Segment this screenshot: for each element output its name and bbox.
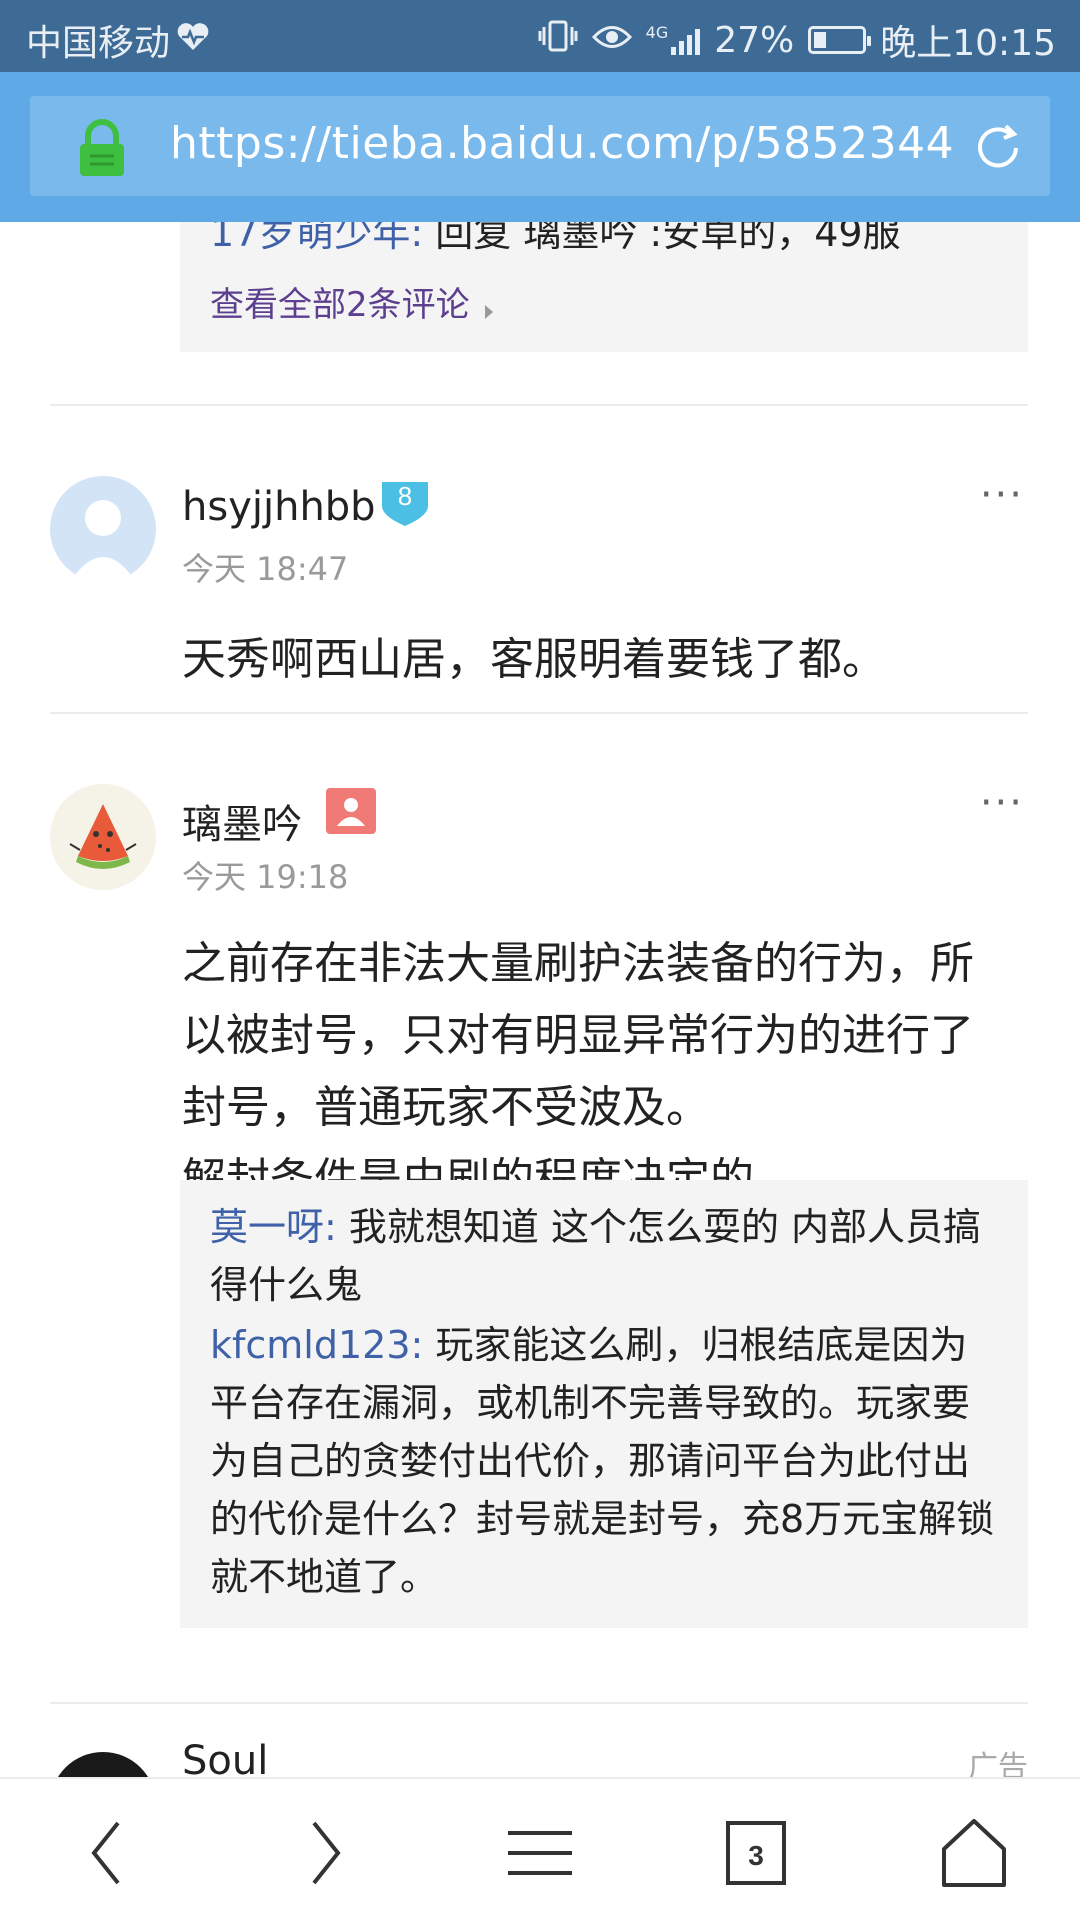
level-number: 8 (398, 481, 412, 511)
see-all-label: 查看全部2条评论 (210, 285, 470, 325)
level-badge: 8 (378, 478, 432, 528)
avatar[interactable] (50, 784, 156, 890)
reload-icon[interactable] (970, 120, 1026, 176)
home-icon[interactable] (934, 1813, 1014, 1893)
reply-item[interactable]: 莫一呀: 我就想知道 这个怎么耍的 内部人员搞得什么鬼 (210, 1198, 1000, 1314)
username[interactable]: Soul (182, 1738, 268, 1777)
tabs-icon[interactable]: 3 (716, 1813, 796, 1893)
avatar[interactable] (50, 1752, 156, 1777)
avatar[interactable] (50, 476, 156, 582)
forward-icon[interactable] (286, 1813, 366, 1893)
post-time: 今天 18:47 (182, 550, 349, 588)
clock: 晚上10:15 (880, 23, 1056, 64)
address-bar[interactable]: https://tieba.baidu.com/p/5852344 (30, 96, 1050, 196)
vibrate-icon (538, 19, 578, 62)
reply-author[interactable]: 莫一呀: (210, 1205, 337, 1249)
back-icon[interactable] (66, 1813, 146, 1893)
lock-icon (76, 118, 128, 178)
see-all-comments[interactable]: 查看全部2条评论 (210, 277, 493, 326)
post-content: 天秀啊西山居，客服明着要钱了都。 (182, 634, 886, 685)
username[interactable]: hsyjjhhbb (182, 484, 376, 530)
post-time: 今天 19:18 (182, 858, 349, 896)
post-item: Soul 广告 (0, 1702, 1080, 1777)
bottom-navigation: 3 (0, 1777, 1080, 1920)
member-badge-icon (326, 788, 376, 834)
tab-count: 3 (748, 1840, 764, 1871)
triangle-right-icon (484, 304, 493, 319)
network-type-label: 4G (645, 23, 669, 42)
reply-text: 回复 璃墨吟 :安卓的，49服 (423, 222, 901, 255)
post-content: 之前存在非法大量刷护法装备的行为，所以被封号，只对有明显异常行为的进行了封号，普… (182, 938, 974, 1205)
carrier-label: 中国移动 (26, 23, 171, 64)
ad-label: 广告 (968, 1750, 1028, 1777)
browser-toolbar: https://tieba.baidu.com/p/5852344 (0, 72, 1080, 222)
post-item: 璃墨吟 今天 19:18 ··· 之前存在非法大量刷护法装备的行为，所以被封号，… (0, 712, 1080, 1628)
menu-icon[interactable] (500, 1813, 580, 1893)
reply-list: 莫一呀: 我就想知道 这个怎么耍的 内部人员搞得什么鬼 kfcmld123: 玩… (180, 1180, 1028, 1628)
status-bar: 中国移动 4G 27% 晚上10:15 (0, 0, 1080, 72)
reply-item[interactable]: 17岁萌少年: 回复 璃墨吟 :安卓的，49服 (210, 222, 1010, 262)
battery-icon (808, 26, 872, 54)
url-text[interactable]: https://tieba.baidu.com/p/5852344 (170, 118, 954, 169)
reply-author[interactable]: kfcmld123: (210, 1323, 423, 1367)
reply-author[interactable]: 17岁萌少年: (210, 222, 423, 255)
heart-icon (176, 20, 210, 61)
previous-replies: 17岁萌少年: 回复 璃墨吟 :安卓的，49服 查看全部2条评论 (180, 222, 1028, 352)
signal-icon (671, 25, 701, 55)
battery-percent: 27% (714, 19, 795, 61)
reply-item[interactable]: kfcmld123: 玩家能这么刷，归根结底是因为平台存在漏洞，或机制不完善导致… (210, 1316, 1000, 1606)
more-options-icon[interactable]: ··· (980, 472, 1024, 518)
thread-content: 17岁萌少年: 回复 璃墨吟 :安卓的，49服 查看全部2条评论 hsyjjhh… (0, 222, 1080, 1777)
more-options-icon[interactable]: ··· (980, 780, 1024, 826)
eye-icon (591, 20, 632, 61)
username[interactable]: 璃墨吟 (182, 792, 302, 850)
